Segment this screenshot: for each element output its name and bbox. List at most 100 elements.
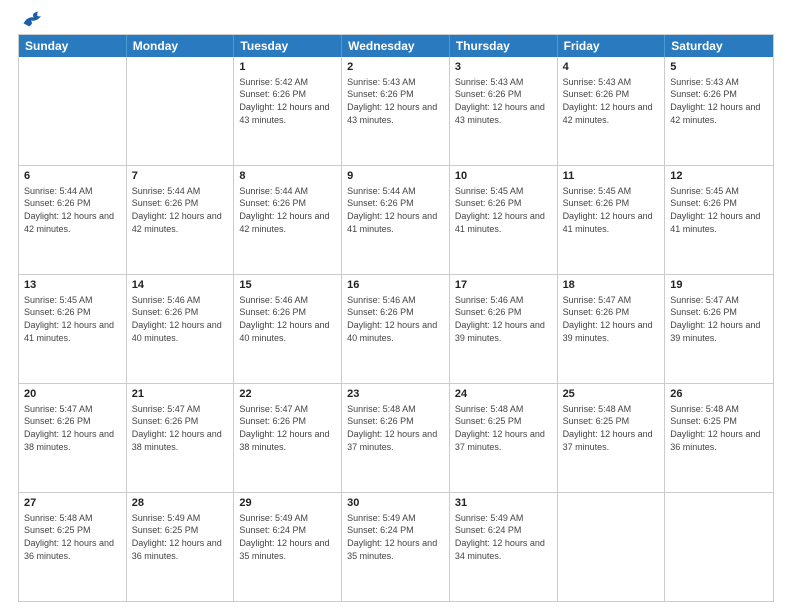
day-number: 8 [239, 169, 336, 184]
cell-info: Sunrise: 5:43 AM Sunset: 6:26 PM Dayligh… [347, 76, 444, 126]
cell-info: Sunrise: 5:49 AM Sunset: 6:24 PM Dayligh… [239, 512, 336, 562]
calendar-cell: 1Sunrise: 5:42 AM Sunset: 6:26 PM Daylig… [234, 57, 342, 165]
calendar-cell [19, 57, 127, 165]
day-number: 4 [563, 60, 660, 75]
calendar-row: 1Sunrise: 5:42 AM Sunset: 6:26 PM Daylig… [19, 57, 773, 166]
cell-info: Sunrise: 5:44 AM Sunset: 6:26 PM Dayligh… [239, 185, 336, 235]
cell-info: Sunrise: 5:47 AM Sunset: 6:26 PM Dayligh… [239, 403, 336, 453]
calendar-cell: 10Sunrise: 5:45 AM Sunset: 6:26 PM Dayli… [450, 166, 558, 274]
calendar-cell: 17Sunrise: 5:46 AM Sunset: 6:26 PM Dayli… [450, 275, 558, 383]
calendar-cell: 4Sunrise: 5:43 AM Sunset: 6:26 PM Daylig… [558, 57, 666, 165]
cell-info: Sunrise: 5:44 AM Sunset: 6:26 PM Dayligh… [24, 185, 121, 235]
day-number: 5 [670, 60, 768, 75]
calendar-cell: 28Sunrise: 5:49 AM Sunset: 6:25 PM Dayli… [127, 493, 235, 601]
calendar-cell [127, 57, 235, 165]
calendar-row: 27Sunrise: 5:48 AM Sunset: 6:25 PM Dayli… [19, 493, 773, 601]
calendar-cell: 22Sunrise: 5:47 AM Sunset: 6:26 PM Dayli… [234, 384, 342, 492]
day-number: 2 [347, 60, 444, 75]
day-number: 14 [132, 278, 229, 293]
calendar-cell: 27Sunrise: 5:48 AM Sunset: 6:25 PM Dayli… [19, 493, 127, 601]
calendar-cell: 31Sunrise: 5:49 AM Sunset: 6:24 PM Dayli… [450, 493, 558, 601]
day-number: 6 [24, 169, 121, 184]
cell-info: Sunrise: 5:49 AM Sunset: 6:24 PM Dayligh… [455, 512, 552, 562]
calendar-row: 6Sunrise: 5:44 AM Sunset: 6:26 PM Daylig… [19, 166, 773, 275]
day-number: 28 [132, 496, 229, 511]
cell-info: Sunrise: 5:45 AM Sunset: 6:26 PM Dayligh… [563, 185, 660, 235]
calendar-cell: 2Sunrise: 5:43 AM Sunset: 6:26 PM Daylig… [342, 57, 450, 165]
cell-info: Sunrise: 5:45 AM Sunset: 6:26 PM Dayligh… [455, 185, 552, 235]
cell-info: Sunrise: 5:45 AM Sunset: 6:26 PM Dayligh… [24, 294, 121, 344]
day-number: 12 [670, 169, 768, 184]
page: SundayMondayTuesdayWednesdayThursdayFrid… [0, 0, 792, 612]
calendar-cell: 6Sunrise: 5:44 AM Sunset: 6:26 PM Daylig… [19, 166, 127, 274]
cell-info: Sunrise: 5:47 AM Sunset: 6:26 PM Dayligh… [132, 403, 229, 453]
calendar-cell: 16Sunrise: 5:46 AM Sunset: 6:26 PM Dayli… [342, 275, 450, 383]
cell-info: Sunrise: 5:46 AM Sunset: 6:26 PM Dayligh… [132, 294, 229, 344]
day-number: 22 [239, 387, 336, 402]
header [18, 10, 774, 28]
day-number: 23 [347, 387, 444, 402]
cell-info: Sunrise: 5:45 AM Sunset: 6:26 PM Dayligh… [670, 185, 768, 235]
calendar-cell: 21Sunrise: 5:47 AM Sunset: 6:26 PM Dayli… [127, 384, 235, 492]
cell-info: Sunrise: 5:43 AM Sunset: 6:26 PM Dayligh… [670, 76, 768, 126]
day-number: 11 [563, 169, 660, 184]
calendar-cell: 18Sunrise: 5:47 AM Sunset: 6:26 PM Dayli… [558, 275, 666, 383]
calendar: SundayMondayTuesdayWednesdayThursdayFrid… [18, 34, 774, 602]
calendar-cell: 14Sunrise: 5:46 AM Sunset: 6:26 PM Dayli… [127, 275, 235, 383]
cell-info: Sunrise: 5:47 AM Sunset: 6:26 PM Dayligh… [670, 294, 768, 344]
cell-info: Sunrise: 5:48 AM Sunset: 6:25 PM Dayligh… [563, 403, 660, 453]
calendar-cell: 15Sunrise: 5:46 AM Sunset: 6:26 PM Dayli… [234, 275, 342, 383]
calendar-cell: 25Sunrise: 5:48 AM Sunset: 6:25 PM Dayli… [558, 384, 666, 492]
calendar-cell: 23Sunrise: 5:48 AM Sunset: 6:26 PM Dayli… [342, 384, 450, 492]
calendar-cell [558, 493, 666, 601]
calendar-row: 20Sunrise: 5:47 AM Sunset: 6:26 PM Dayli… [19, 384, 773, 493]
calendar-cell: 13Sunrise: 5:45 AM Sunset: 6:26 PM Dayli… [19, 275, 127, 383]
calendar-cell: 11Sunrise: 5:45 AM Sunset: 6:26 PM Dayli… [558, 166, 666, 274]
calendar-header-cell: Sunday [19, 35, 127, 57]
calendar-cell: 8Sunrise: 5:44 AM Sunset: 6:26 PM Daylig… [234, 166, 342, 274]
cell-info: Sunrise: 5:48 AM Sunset: 6:25 PM Dayligh… [24, 512, 121, 562]
calendar-header-cell: Saturday [665, 35, 773, 57]
calendar-cell: 12Sunrise: 5:45 AM Sunset: 6:26 PM Dayli… [665, 166, 773, 274]
day-number: 24 [455, 387, 552, 402]
cell-info: Sunrise: 5:46 AM Sunset: 6:26 PM Dayligh… [239, 294, 336, 344]
day-number: 26 [670, 387, 768, 402]
calendar-cell: 30Sunrise: 5:49 AM Sunset: 6:24 PM Dayli… [342, 493, 450, 601]
calendar-header-cell: Wednesday [342, 35, 450, 57]
calendar-header-cell: Thursday [450, 35, 558, 57]
calendar-cell: 19Sunrise: 5:47 AM Sunset: 6:26 PM Dayli… [665, 275, 773, 383]
cell-info: Sunrise: 5:48 AM Sunset: 6:26 PM Dayligh… [347, 403, 444, 453]
day-number: 9 [347, 169, 444, 184]
day-number: 19 [670, 278, 768, 293]
day-number: 31 [455, 496, 552, 511]
cell-info: Sunrise: 5:42 AM Sunset: 6:26 PM Dayligh… [239, 76, 336, 126]
cell-info: Sunrise: 5:49 AM Sunset: 6:24 PM Dayligh… [347, 512, 444, 562]
cell-info: Sunrise: 5:46 AM Sunset: 6:26 PM Dayligh… [347, 294, 444, 344]
calendar-cell: 29Sunrise: 5:49 AM Sunset: 6:24 PM Dayli… [234, 493, 342, 601]
calendar-cell: 5Sunrise: 5:43 AM Sunset: 6:26 PM Daylig… [665, 57, 773, 165]
day-number: 7 [132, 169, 229, 184]
calendar-header-cell: Friday [558, 35, 666, 57]
calendar-cell [665, 493, 773, 601]
calendar-body: 1Sunrise: 5:42 AM Sunset: 6:26 PM Daylig… [19, 57, 773, 601]
day-number: 21 [132, 387, 229, 402]
cell-info: Sunrise: 5:47 AM Sunset: 6:26 PM Dayligh… [563, 294, 660, 344]
day-number: 3 [455, 60, 552, 75]
cell-info: Sunrise: 5:49 AM Sunset: 6:25 PM Dayligh… [132, 512, 229, 562]
day-number: 13 [24, 278, 121, 293]
day-number: 16 [347, 278, 444, 293]
day-number: 1 [239, 60, 336, 75]
cell-info: Sunrise: 5:44 AM Sunset: 6:26 PM Dayligh… [132, 185, 229, 235]
day-number: 29 [239, 496, 336, 511]
calendar-cell: 26Sunrise: 5:48 AM Sunset: 6:25 PM Dayli… [665, 384, 773, 492]
calendar-cell: 9Sunrise: 5:44 AM Sunset: 6:26 PM Daylig… [342, 166, 450, 274]
cell-info: Sunrise: 5:48 AM Sunset: 6:25 PM Dayligh… [670, 403, 768, 453]
calendar-header-row: SundayMondayTuesdayWednesdayThursdayFrid… [19, 35, 773, 57]
calendar-row: 13Sunrise: 5:45 AM Sunset: 6:26 PM Dayli… [19, 275, 773, 384]
cell-info: Sunrise: 5:44 AM Sunset: 6:26 PM Dayligh… [347, 185, 444, 235]
day-number: 25 [563, 387, 660, 402]
day-number: 17 [455, 278, 552, 293]
calendar-cell: 7Sunrise: 5:44 AM Sunset: 6:26 PM Daylig… [127, 166, 235, 274]
day-number: 30 [347, 496, 444, 511]
cell-info: Sunrise: 5:47 AM Sunset: 6:26 PM Dayligh… [24, 403, 121, 453]
